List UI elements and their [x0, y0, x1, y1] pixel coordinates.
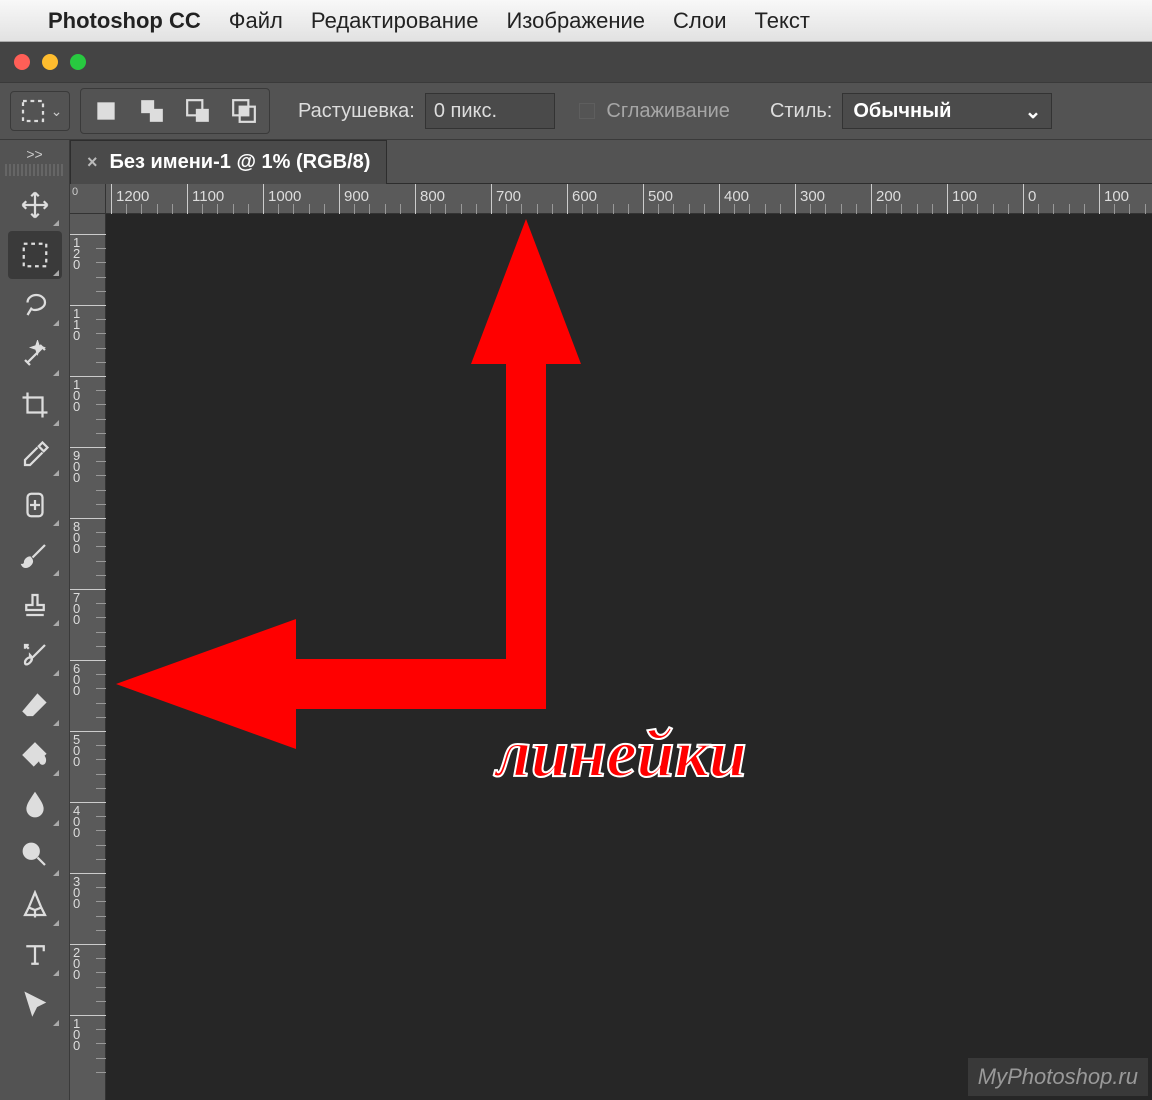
maximize-button[interactable]: [70, 54, 86, 70]
macos-menubar: Photoshop CC Файл Редактирование Изображ…: [0, 0, 1152, 42]
chevron-down-icon: ⌄: [1025, 99, 1042, 124]
document-tab[interactable]: × Без имени-1 @ 1% (RGB/8): [70, 140, 387, 184]
healing-brush-tool[interactable]: [8, 481, 62, 529]
feather-label: Растушевка:: [298, 100, 415, 123]
menu-layers[interactable]: Слои: [673, 8, 727, 34]
toolbar-expand[interactable]: >>: [26, 146, 42, 164]
style-dropdown[interactable]: Обычный ⌄: [842, 93, 1052, 129]
annotation-text: линейки: [496, 714, 747, 793]
canvas-wrap: 0 12001100100090080070060050040030020010…: [70, 184, 1152, 1100]
antialias-checkbox-wrap: Сглаживание: [579, 100, 730, 123]
menu-file[interactable]: Файл: [229, 8, 283, 34]
options-bar: ⌄ Растушевка: Сглаживание Стиль: Обычный…: [0, 82, 1152, 140]
menu-image[interactable]: Изображение: [506, 8, 645, 34]
magic-wand-tool[interactable]: [8, 331, 62, 379]
ruler-v-tick: 500: [70, 731, 106, 767]
document-area: × Без имени-1 @ 1% (RGB/8) 0 12001100100…: [70, 140, 1152, 1100]
ruler-v-tick: 400: [70, 802, 106, 838]
ruler-horizontal[interactable]: 1200110010009008007006005004003002001000…: [106, 184, 1152, 214]
feather-input[interactable]: [425, 93, 555, 129]
ruler-v-tick: 100: [70, 376, 106, 412]
antialias-checkbox: [579, 103, 595, 119]
eraser-tool[interactable]: [8, 681, 62, 729]
tool-preset-picker[interactable]: ⌄: [10, 91, 70, 131]
tool-panel: >>: [0, 140, 70, 1100]
add-selection-icon[interactable]: [129, 91, 175, 131]
ruler-v-tick: 120: [70, 234, 106, 270]
menu-edit[interactable]: Редактирование: [311, 8, 479, 34]
style-label: Стиль:: [770, 100, 832, 123]
marquee-shape-group: [80, 88, 270, 134]
annotation-arrows: [106, 214, 1152, 1084]
toolbar-grip[interactable]: [5, 164, 65, 176]
ruler-v-tick: 600: [70, 660, 106, 696]
ruler-v-tick: 100: [70, 1015, 106, 1051]
ruler-h-tick: 1000: [263, 184, 301, 214]
canvas[interactable]: линейки MyPhotoshop.ru: [106, 214, 1152, 1100]
crop-tool[interactable]: [8, 381, 62, 429]
ruler-vertical[interactable]: 120 110 100 900 800 700 600 500 400 300 200 100: [70, 214, 106, 1100]
menu-text[interactable]: Текст: [755, 8, 810, 34]
ruler-corner: 0: [70, 184, 106, 214]
pen-tool[interactable]: [8, 881, 62, 929]
antialias-label: Сглаживание: [606, 100, 730, 122]
move-tool[interactable]: [8, 181, 62, 229]
path-select-tool[interactable]: [8, 981, 62, 1029]
menubar-app-name[interactable]: Photoshop CC: [48, 8, 201, 34]
marquee-tool[interactable]: [8, 231, 62, 279]
close-tab-icon[interactable]: ×: [87, 152, 98, 173]
document-tab-title: Без имени-1 @ 1% (RGB/8): [110, 151, 371, 174]
lasso-tool[interactable]: [8, 281, 62, 329]
window-chrome: [0, 42, 1152, 82]
ruler-v-tick: 700: [70, 589, 106, 625]
subtract-selection-icon[interactable]: [175, 91, 221, 131]
minimize-button[interactable]: [42, 54, 58, 70]
style-value: Обычный: [853, 100, 951, 123]
history-brush-tool[interactable]: [8, 631, 62, 679]
close-button[interactable]: [14, 54, 30, 70]
eyedropper-tool[interactable]: [8, 431, 62, 479]
ruler-v-tick: 110: [70, 305, 106, 341]
type-tool[interactable]: [8, 931, 62, 979]
ruler-v-tick: 200: [70, 944, 106, 980]
blur-tool[interactable]: [8, 781, 62, 829]
dodge-tool[interactable]: [8, 831, 62, 879]
ruler-h-tick: 0: [1023, 184, 1036, 214]
ruler-v-tick: 800: [70, 518, 106, 554]
paint-bucket-tool[interactable]: [8, 731, 62, 779]
document-tab-bar: × Без имени-1 @ 1% (RGB/8): [70, 140, 1152, 184]
brush-tool[interactable]: [8, 531, 62, 579]
new-selection-icon[interactable]: [83, 91, 129, 131]
ruler-v-tick: 900: [70, 447, 106, 483]
ruler-h-tick: 1100: [187, 184, 224, 214]
ruler-h-tick: 1200: [111, 184, 149, 214]
stamp-tool[interactable]: [8, 581, 62, 629]
ruler-v-tick: 300: [70, 873, 106, 909]
watermark: MyPhotoshop.ru: [968, 1058, 1148, 1096]
intersect-selection-icon[interactable]: [221, 91, 267, 131]
